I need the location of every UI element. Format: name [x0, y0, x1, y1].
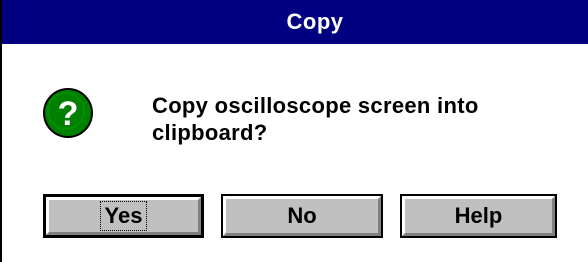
title-bar[interactable]: Copy: [2, 0, 588, 44]
no-button[interactable]: No: [221, 194, 383, 238]
copy-dialog: Copy ? Copy oscilloscope screen into cli…: [0, 0, 588, 262]
dialog-message: Copy oscilloscope screen into clipboard?: [152, 93, 479, 145]
dialog-title: Copy: [286, 9, 344, 34]
help-button[interactable]: Help: [400, 194, 557, 238]
no-button-label: No: [287, 203, 317, 228]
yes-button[interactable]: Yes: [43, 194, 204, 238]
svg-text:?: ?: [58, 95, 79, 133]
question-icon: ?: [42, 87, 94, 139]
help-button-label: Help: [454, 203, 503, 228]
yes-button-label: Yes: [99, 201, 148, 231]
